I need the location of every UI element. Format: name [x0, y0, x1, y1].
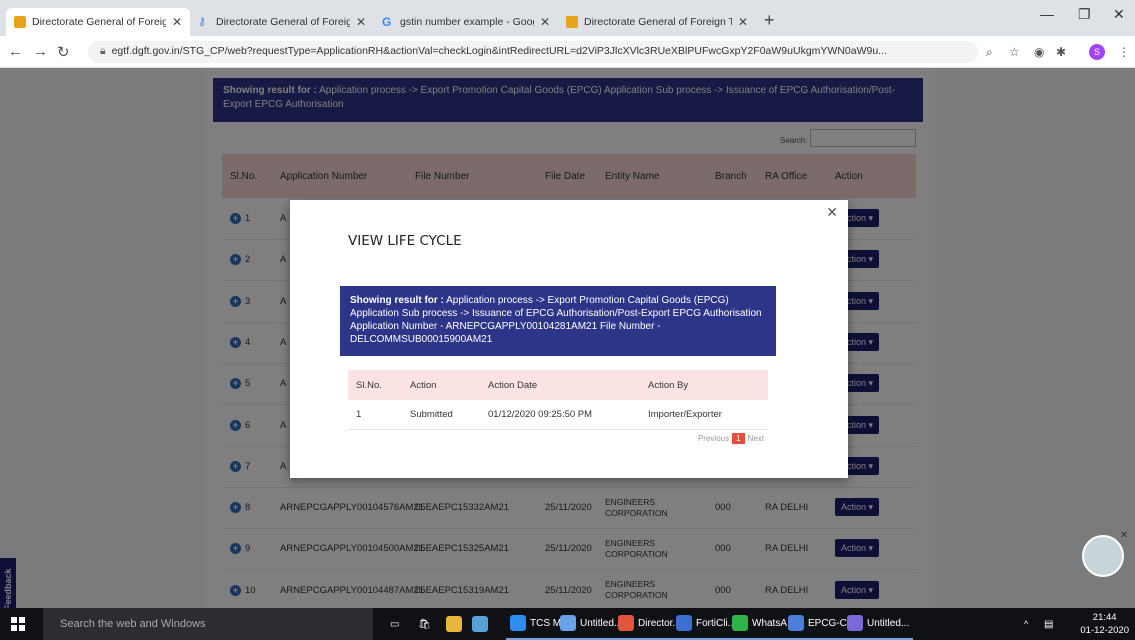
clock-time: 21:44	[1092, 612, 1117, 623]
tab-title: Directorate General of Foreign T	[32, 16, 166, 28]
taskbar-app-button[interactable]: Untitled...	[843, 608, 914, 640]
profile-avatar[interactable]: S	[1089, 44, 1105, 60]
pinned-app-icon[interactable]	[468, 608, 496, 640]
windows-start-icon[interactable]	[11, 617, 25, 631]
app-icon	[510, 615, 526, 631]
app-icon	[618, 615, 634, 631]
lock-icon: 🔒︎	[100, 45, 106, 57]
pagination: Previous 1 Next	[698, 433, 764, 444]
tab-dgft-3[interactable]: Directorate General of Foreign T ✕	[558, 8, 756, 36]
windows-taskbar: Search the web and Windows ▭ 🛍︎ TCS Ma..…	[0, 608, 1135, 640]
dgft-icon	[566, 16, 578, 28]
app-icon	[732, 615, 748, 631]
next-button[interactable]: Next	[748, 434, 764, 443]
clock-date: 01-12-2020	[1080, 625, 1129, 636]
close-icon[interactable]: ✕	[1120, 530, 1128, 541]
cell-action-date: 01/12/2020 09:25:50 PM	[488, 409, 593, 420]
tab-google[interactable]: G gstin number example - Google ✕	[374, 8, 558, 36]
modal-banner-bold: Showing result for :	[350, 295, 444, 306]
url-text: egtf.dgft.gov.in/STG_CP/web?requestType=…	[111, 45, 887, 57]
table-row: 1 Submitted 01/12/2020 09:25:50 PM Impor…	[348, 400, 768, 430]
back-icon[interactable]: ←	[8, 43, 23, 60]
taskbar-search[interactable]: Search the web and Windows	[43, 608, 373, 640]
close-window-button[interactable]: ✕	[1113, 6, 1125, 23]
store-icon[interactable]: 🛍︎	[414, 608, 435, 640]
address-bar-row: ← → ↻ 🔒︎ egtf.dgft.gov.in/STG_CP/web?requ…	[0, 36, 1135, 68]
close-icon[interactable]: ✕	[172, 15, 182, 29]
life-cycle-table: Sl.No. Action Action Date Action By 1 Su…	[348, 370, 768, 430]
tab-title: Directorate General of Foreign T	[216, 16, 350, 28]
cell-action: Submitted	[410, 409, 453, 420]
tab-dgft-1[interactable]: Directorate General of Foreign T ✕	[6, 8, 190, 36]
forward-icon[interactable]: →	[33, 43, 48, 60]
bookmark-star-icon[interactable]: ☆	[1009, 45, 1020, 59]
task-view-icon[interactable]: ▭	[386, 608, 403, 640]
system-clock[interactable]: 21:44 01-12-2020	[1080, 611, 1129, 637]
close-icon[interactable]: ✕	[540, 15, 550, 29]
col-slno: Sl.No.	[356, 379, 382, 391]
notifications-icon[interactable]: ▤	[1040, 608, 1057, 640]
close-icon[interactable]: ✕	[826, 204, 838, 221]
tab-dgft-2[interactable]: ⚷ Directorate General of Foreign T ✕	[190, 8, 374, 36]
close-icon[interactable]: ✕	[356, 15, 366, 29]
extensions-puzzle-icon[interactable]: ✱	[1056, 45, 1066, 59]
browser-tab-strip: Directorate General of Foreign T ✕ ⚷ Dir…	[0, 0, 1135, 36]
cell-action-by: Importer/Exporter	[648, 409, 722, 420]
dgft-icon	[14, 16, 26, 28]
tab-title: gstin number example - Google	[400, 16, 534, 28]
tab-title: Directorate General of Foreign T	[584, 16, 732, 28]
modal-result-banner: Showing result for : Application process…	[340, 286, 776, 356]
col-action-by: Action By	[648, 379, 689, 391]
previous-button[interactable]: Previous	[698, 434, 729, 443]
zoom-icon[interactable]: ⌕	[986, 45, 993, 60]
modal-title: VIEW LIFE CYCLE	[348, 233, 462, 249]
google-icon: G	[382, 15, 392, 29]
minimize-button[interactable]: —	[1040, 6, 1054, 22]
maximize-button[interactable]: ❐	[1078, 6, 1091, 23]
app-icon	[560, 615, 576, 631]
app-label: Untitled...	[867, 617, 910, 629]
app-icon	[788, 615, 804, 631]
file-explorer-icon[interactable]	[442, 608, 470, 640]
key-icon: ⚷	[198, 16, 207, 28]
cell-slno: 1	[356, 409, 362, 420]
app-icon	[847, 615, 863, 631]
new-tab-button[interactable]: +	[764, 10, 775, 31]
page-1-button[interactable]: 1	[732, 433, 745, 444]
tray-chevron-icon[interactable]: ^	[1020, 608, 1032, 640]
reload-icon[interactable]: ↻	[57, 43, 70, 61]
close-icon[interactable]: ✕	[738, 15, 748, 29]
url-field[interactable]: 🔒︎ egtf.dgft.gov.in/STG_CP/web?requestTyp…	[88, 41, 978, 63]
col-action: Action	[410, 379, 437, 391]
life-cycle-header: Sl.No. Action Action Date Action By	[348, 370, 768, 400]
app-icon	[676, 615, 692, 631]
assistant-avatar[interactable]	[1082, 535, 1124, 577]
life-cycle-modal: ✕ VIEW LIFE CYCLE Showing result for : A…	[290, 200, 848, 478]
menu-kebab-icon[interactable]: ⋮	[1118, 45, 1130, 59]
col-action-date: Action Date	[488, 379, 538, 391]
extension-icon[interactable]: ◉	[1034, 45, 1044, 59]
